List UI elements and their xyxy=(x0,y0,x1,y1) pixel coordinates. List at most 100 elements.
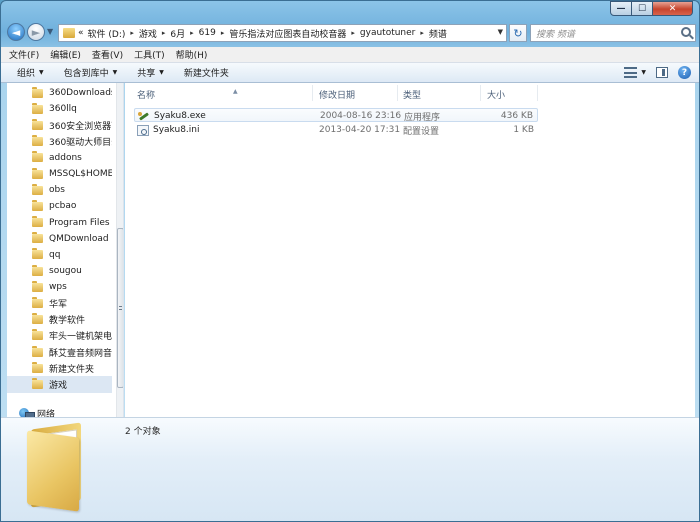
breadcrumb-item[interactable]: 频谱 xyxy=(429,27,447,40)
file-type: 应用程序 xyxy=(404,112,441,123)
file-type: 配置设置 xyxy=(403,126,440,137)
menu-bar: 文件(F) 编辑(E) 查看(V) 工具(T) 帮助(H) xyxy=(1,47,699,63)
chevron-down-icon[interactable]: ▼ xyxy=(641,69,646,76)
sidebar-item[interactable]: 360驱动大师目录 xyxy=(7,134,112,150)
breadcrumb-item[interactable]: 软件 (D:) xyxy=(88,27,126,40)
sidebar-item[interactable]: pcbao xyxy=(7,198,112,214)
menu-help[interactable]: 帮助(H) xyxy=(176,48,208,61)
table-row[interactable]: Syaku8.exe 2004-08-16 23:16 应用程序 436 KB xyxy=(134,108,538,123)
sidebar-item-label: 360Downloads xyxy=(49,88,112,99)
new-folder-button[interactable]: 新建文件夹 xyxy=(184,66,229,79)
chevron-right-icon[interactable]: ▸ xyxy=(351,29,355,37)
search-input[interactable]: 搜索 频谱 xyxy=(530,24,696,42)
chevron-right-icon[interactable]: ▸ xyxy=(130,29,134,37)
organize-button[interactable]: 组织 ▼ xyxy=(17,66,44,79)
breadcrumb-item[interactable]: 管乐指法对应图表自动校音器 xyxy=(229,27,346,40)
folder-icon xyxy=(32,345,43,357)
sidebar-item[interactable]: 360Downloads xyxy=(7,85,112,101)
folder-icon xyxy=(32,135,43,147)
share-button[interactable]: 共享 ▼ xyxy=(137,66,164,79)
folder-icon xyxy=(32,118,43,130)
forward-button[interactable]: ► xyxy=(27,23,45,41)
sidebar-item[interactable]: wps xyxy=(7,279,112,295)
sidebar-item-selected[interactable]: 游戏 xyxy=(7,376,112,393)
back-button[interactable]: ◄ xyxy=(7,23,25,41)
command-bar: 组织 ▼ 包含到库中 ▼ 共享 ▼ 新建文件夹 ▼ ? xyxy=(1,63,699,83)
sidebar-item[interactable]: 牢头一键机架电 xyxy=(7,328,112,344)
forward-arrow-icon: ► xyxy=(31,25,41,39)
sidebar-item[interactable]: QMDownload xyxy=(7,231,112,247)
sidebar-item[interactable]: obs xyxy=(7,182,112,198)
search-placeholder: 搜索 频谱 xyxy=(536,29,575,40)
breadcrumb-item[interactable]: 6月 xyxy=(170,27,185,40)
network-icon xyxy=(19,408,35,417)
column-header-size[interactable]: 大小 xyxy=(487,87,537,101)
breadcrumb-item[interactable]: gyautotuner xyxy=(360,28,415,38)
sidebar-item[interactable]: qq xyxy=(7,247,112,263)
menu-file[interactable]: 文件(F) xyxy=(9,48,39,61)
sidebar-item[interactable]: 酥艾壹音频网音效 xyxy=(7,344,112,360)
close-button[interactable]: ✕ xyxy=(653,1,693,16)
column-divider[interactable] xyxy=(537,85,538,101)
scrollbar-grip-icon xyxy=(119,306,122,310)
address-dropdown-icon[interactable]: ▼ xyxy=(498,28,503,36)
folder-icon xyxy=(32,151,43,163)
folder-icon xyxy=(32,264,43,276)
chevron-right-icon[interactable]: ▸ xyxy=(221,29,225,37)
help-icon[interactable]: ? xyxy=(678,66,691,79)
table-row[interactable]: Syaku8.ini 2013-04-20 17:31 配置设置 1 KB xyxy=(134,123,538,137)
column-header-label: 类型 xyxy=(403,90,422,101)
column-header-type[interactable]: 类型 xyxy=(403,87,483,101)
column-divider[interactable] xyxy=(480,85,481,101)
sidebar-item-network[interactable]: 网络 xyxy=(19,407,55,417)
sidebar-item[interactable]: 360llq xyxy=(7,101,112,117)
recent-pages-button[interactable]: ▼ xyxy=(47,27,53,36)
menu-tools[interactable]: 工具(T) xyxy=(134,48,165,61)
include-in-library-button[interactable]: 包含到库中 ▼ xyxy=(64,66,118,79)
address-overflow[interactable]: « xyxy=(78,28,84,38)
column-header-name[interactable]: 名称 ▲ xyxy=(137,87,307,101)
sidebar-item[interactable]: sougou xyxy=(7,263,112,279)
menu-view[interactable]: 查看(V) xyxy=(92,48,123,61)
file-name-cell: Syaku8.exe xyxy=(138,109,206,123)
address-bar[interactable]: « 软件 (D:) ▸ 游戏 ▸ 6月 ▸ 619 ▸ 管乐指法对应图表自动校音器 ▸ g… xyxy=(58,24,507,42)
minimize-button[interactable]: — xyxy=(610,1,632,16)
sidebar-item[interactable]: addons xyxy=(7,150,112,166)
chevron-right-icon[interactable]: ▸ xyxy=(190,29,194,37)
view-options-icon[interactable] xyxy=(624,67,638,78)
title-bar: — ☐ ✕ xyxy=(1,1,699,21)
sidebar-scrollbar[interactable] xyxy=(116,83,123,417)
column-divider[interactable] xyxy=(397,85,398,101)
exe-icon xyxy=(138,111,150,121)
sidebar-item[interactable]: 华军 xyxy=(7,295,112,311)
folder-icon xyxy=(32,248,43,260)
item-count: 2 个对象 xyxy=(125,427,161,437)
breadcrumb-item[interactable]: 619 xyxy=(199,28,216,38)
chevron-right-icon[interactable]: ▸ xyxy=(162,29,166,37)
folder-icon xyxy=(32,199,43,211)
preview-pane-icon[interactable] xyxy=(656,67,668,78)
sidebar-item[interactable]: 教学软件 xyxy=(7,312,112,328)
breadcrumb-item[interactable]: 游戏 xyxy=(139,27,157,40)
sidebar-item[interactable]: MSSQL$HOME xyxy=(7,166,112,182)
file-date: 2004-08-16 23:16 xyxy=(320,111,402,121)
sidebar-item-label: 游戏 xyxy=(49,380,68,391)
large-folder-icon xyxy=(27,422,87,512)
column-header-date[interactable]: 修改日期 xyxy=(319,87,399,101)
breadcrumb: 软件 (D:) ▸ 游戏 ▸ 6月 ▸ 619 ▸ 管乐指法对应图表自动校音器 ▸ gya… xyxy=(88,27,447,40)
column-divider[interactable] xyxy=(312,85,313,101)
sidebar-item-label: 360驱动大师目录 xyxy=(49,138,112,149)
folder-icon xyxy=(32,183,43,195)
sidebar-item[interactable]: 新建文件夹 xyxy=(7,360,112,376)
maximize-button[interactable]: ☐ xyxy=(632,1,653,16)
refresh-button[interactable]: ↻ xyxy=(509,24,527,42)
menu-edit[interactable]: 编辑(E) xyxy=(50,48,81,61)
column-header-label: 大小 xyxy=(487,90,506,101)
search-icon[interactable] xyxy=(681,27,691,37)
sidebar-item[interactable]: 360安全浏览器下 xyxy=(7,117,112,133)
chevron-right-icon[interactable]: ▸ xyxy=(420,29,424,37)
folder-icon xyxy=(32,102,43,114)
sidebar-item-label: 牢头一键机架电 xyxy=(49,332,112,343)
folder-icon xyxy=(32,232,43,244)
sidebar-item[interactable]: Program Files ( xyxy=(7,215,112,231)
